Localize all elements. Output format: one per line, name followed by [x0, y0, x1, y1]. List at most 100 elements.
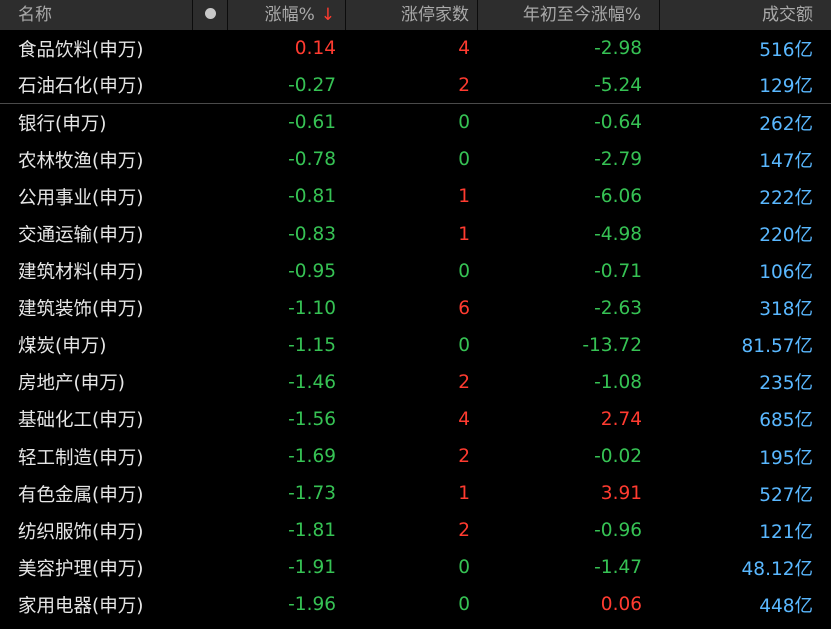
ytd-change-value: -13.72 — [582, 334, 642, 356]
table-row[interactable]: 农林牧渔(申万) -0.78 0 -2.79 147亿 — [0, 141, 831, 178]
column-header-marker[interactable] — [193, 0, 228, 30]
table-row[interactable]: 石油石化(申万) -0.27 2 -5.24 129亿 — [0, 67, 831, 105]
turnover-value: 318亿 — [759, 299, 813, 321]
change-value: -0.27 — [288, 74, 336, 96]
ytd-change-value: -2.63 — [594, 297, 642, 319]
change-value: -1.91 — [288, 557, 336, 579]
sector-name: 交通运输(申万) — [18, 225, 144, 247]
table-row[interactable]: 家用电器(申万) -1.96 0 0.06 448亿 — [0, 586, 831, 623]
turnover-value: 685亿 — [759, 410, 813, 432]
ytd-change-value: -0.64 — [594, 112, 642, 134]
column-header-limit-up[interactable]: 涨停家数 — [346, 0, 478, 30]
change-value: -1.46 — [288, 371, 336, 393]
sector-name: 基础化工(申万) — [18, 410, 144, 432]
sector-name: 食品饮料(申万) — [18, 39, 144, 61]
sector-name: 农林牧渔(申万) — [18, 150, 144, 172]
change-value: 0.14 — [294, 38, 336, 60]
sector-name: 建筑材料(申万) — [18, 262, 144, 284]
change-value: -1.96 — [288, 594, 336, 616]
column-header-name-label: 名称 — [18, 5, 52, 25]
ytd-change-value: -2.79 — [594, 149, 642, 171]
turnover-value: 516亿 — [759, 39, 813, 61]
sector-name: 石油石化(申万) — [18, 76, 144, 98]
column-header-ytd[interactable]: 年初至今涨幅% — [478, 0, 660, 30]
arrow-down-icon: ↓ — [320, 5, 335, 25]
sector-name: 家用电器(申万) — [18, 595, 144, 617]
column-header-volume-label: 成交额 — [762, 5, 813, 25]
ytd-change-value: -1.08 — [594, 371, 642, 393]
turnover-value: 527亿 — [759, 484, 813, 506]
ytd-change-value: -4.98 — [594, 223, 642, 245]
turnover-value: 220亿 — [759, 225, 813, 247]
change-value: -0.78 — [288, 149, 336, 171]
table-row[interactable]: 交通运输(申万) -0.83 1 -4.98 220亿 — [0, 215, 831, 252]
table-row[interactable]: 食品饮料(申万) 0.14 4 -2.98 516亿 — [0, 30, 831, 67]
table-row[interactable]: 煤炭(申万) -1.15 0 -13.72 81.57亿 — [0, 327, 831, 364]
limit-up-count: 6 — [458, 297, 470, 319]
ytd-change-value: 2.74 — [600, 408, 642, 430]
table-row[interactable]: 建筑材料(申万) -0.95 0 -0.71 106亿 — [0, 253, 831, 290]
ytd-change-value: -0.96 — [594, 520, 642, 542]
turnover-value: 195亿 — [759, 447, 813, 469]
ytd-change-value: -2.98 — [594, 38, 642, 60]
ytd-change-value: 0.06 — [600, 594, 642, 616]
limit-up-count: 0 — [458, 112, 470, 134]
change-value: -0.61 — [288, 112, 336, 134]
limit-up-count: 4 — [458, 408, 470, 430]
sector-name: 房地产(申万) — [18, 373, 125, 395]
turnover-value: 129亿 — [759, 76, 813, 98]
limit-up-count: 2 — [458, 74, 470, 96]
table-row[interactable]: 轻工制造(申万) -1.69 2 -0.02 195亿 — [0, 438, 831, 475]
limit-up-count: 4 — [458, 38, 470, 60]
limit-up-count: 0 — [458, 557, 470, 579]
column-header-change-label: 涨幅% — [264, 5, 315, 25]
turnover-value: 448亿 — [759, 595, 813, 617]
ytd-change-value: -5.24 — [594, 74, 642, 96]
ytd-change-value: -0.02 — [594, 446, 642, 468]
limit-up-count: 0 — [458, 260, 470, 282]
sector-name: 美容护理(申万) — [18, 558, 144, 580]
sector-name: 公用事业(申万) — [18, 187, 144, 209]
circle-icon — [204, 8, 216, 19]
column-header-ytd-label: 年初至今涨幅% — [522, 5, 641, 25]
turnover-value: 222亿 — [759, 187, 813, 209]
table-row[interactable]: 美容护理(申万) -1.91 0 -1.47 48.12亿 — [0, 549, 831, 586]
column-header-limit-up-label: 涨停家数 — [401, 5, 469, 25]
table-row[interactable]: 建筑装饰(申万) -1.10 6 -2.63 318亿 — [0, 290, 831, 327]
column-header-name[interactable]: 名称 — [0, 0, 193, 30]
turnover-value: 106亿 — [759, 262, 813, 284]
limit-up-count: 0 — [458, 594, 470, 616]
sector-name: 轻工制造(申万) — [18, 447, 144, 469]
table-row[interactable]: 基础化工(申万) -1.56 4 2.74 685亿 — [0, 401, 831, 438]
turnover-value: 48.12亿 — [741, 558, 813, 580]
column-header-change[interactable]: 涨幅% ↓ — [228, 0, 346, 30]
turnover-value: 81.57亿 — [741, 336, 813, 358]
change-value: -1.81 — [288, 520, 336, 542]
sector-name: 纺织服饰(申万) — [18, 521, 144, 543]
sector-name: 银行(申万) — [18, 113, 107, 135]
change-value: -1.69 — [288, 446, 336, 468]
change-value: -0.95 — [288, 260, 336, 282]
limit-up-count: 2 — [458, 371, 470, 393]
table-body: 食品饮料(申万) 0.14 4 -2.98 516亿石油石化(申万) -0.27 2 -5.2… — [0, 30, 831, 624]
change-value: -1.15 — [288, 334, 336, 356]
table-row[interactable]: 有色金属(申万) -1.73 1 3.91 527亿 — [0, 475, 831, 512]
limit-up-count: 1 — [458, 483, 470, 505]
table-row[interactable]: 房地产(申万) -1.46 2 -1.08 235亿 — [0, 364, 831, 401]
table-row[interactable]: 银行(申万) -0.61 0 -0.64 262亿 — [0, 104, 831, 141]
change-value: -1.10 — [288, 297, 336, 319]
limit-up-count: 2 — [458, 446, 470, 468]
table-row[interactable]: 公用事业(申万) -0.81 1 -6.06 222亿 — [0, 178, 831, 215]
limit-up-count: 0 — [458, 334, 470, 356]
column-header-volume[interactable]: 成交额 — [660, 0, 831, 30]
change-value: -0.81 — [288, 186, 336, 208]
change-value: -1.73 — [288, 483, 336, 505]
limit-up-count: 2 — [458, 520, 470, 542]
limit-up-count: 1 — [458, 223, 470, 245]
table-header: 名称 涨幅% ↓ 涨停家数 年初至今涨幅% 成交额 — [0, 0, 831, 30]
limit-up-count: 1 — [458, 186, 470, 208]
sector-name: 有色金属(申万) — [18, 484, 144, 506]
turnover-value: 235亿 — [759, 373, 813, 395]
ytd-change-value: -0.71 — [594, 260, 642, 282]
table-row[interactable]: 纺织服饰(申万) -1.81 2 -0.96 121亿 — [0, 512, 831, 549]
